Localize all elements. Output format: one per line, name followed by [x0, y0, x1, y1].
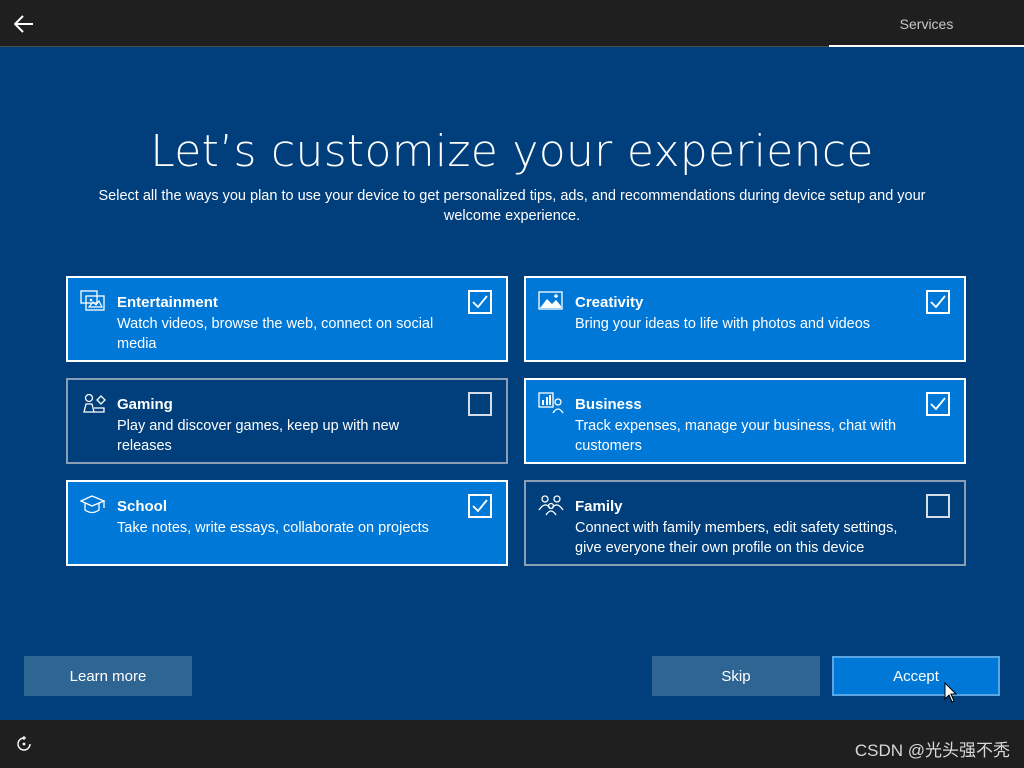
option-checkbox[interactable] [468, 392, 492, 416]
oobe-screen: Services Let’s customize your experience… [0, 0, 1024, 768]
ease-of-access-button[interactable] [12, 732, 36, 756]
option-checkbox[interactable] [926, 392, 950, 416]
learn-more-button[interactable]: Learn more [24, 656, 192, 696]
option-title: Entertainment [117, 294, 218, 311]
option-checkbox[interactable] [926, 290, 950, 314]
page-title: Let’s customize your experience [150, 126, 874, 177]
option-title: Business [575, 396, 642, 413]
family-icon [538, 495, 564, 516]
option-school[interactable]: School Take notes, write essays, collabo… [66, 480, 508, 566]
checkmark-icon [472, 295, 488, 309]
option-business[interactable]: Business Track expenses, manage your bus… [524, 378, 966, 464]
back-button[interactable] [8, 8, 40, 40]
tab-services: Services [829, 0, 1024, 47]
school-icon [80, 495, 106, 514]
creativity-icon [538, 291, 563, 310]
option-title: School [117, 498, 168, 515]
option-family[interactable]: Family Connect with family members, edit… [524, 480, 966, 566]
option-description: Track expenses, manage your business, ch… [575, 418, 897, 454]
option-description: Connect with family members, edit safety… [575, 520, 898, 556]
option-description: Play and discover games, keep up with ne… [117, 418, 400, 454]
skip-button[interactable]: Skip [652, 656, 820, 696]
accept-button[interactable]: Accept [832, 656, 1000, 696]
option-description: Bring your ideas to life with photos and… [575, 316, 871, 332]
ease-of-access-icon [17, 736, 31, 751]
back-arrow-icon [14, 15, 33, 33]
option-title: Gaming [117, 396, 173, 413]
option-checkbox[interactable] [468, 290, 492, 314]
option-title: Family [575, 498, 623, 515]
mouse-cursor-icon [944, 682, 958, 703]
option-description: Watch videos, browse the web, connect on… [117, 316, 434, 352]
tab-active-indicator [829, 45, 1024, 47]
tab-services-label: Services [899, 16, 954, 32]
page-subtitle: Select all the ways you plan to use your… [98, 188, 926, 224]
option-creativity[interactable]: Creativity Bring your ideas to life with… [524, 276, 966, 362]
top-bar-divider [0, 46, 829, 47]
checkmark-icon [930, 397, 946, 411]
checkmark-icon [472, 499, 488, 513]
bottom-bar: CSDN @光头强不秃 [0, 720, 1024, 768]
option-checkbox[interactable] [926, 494, 950, 518]
option-entertainment[interactable]: Entertainment Watch videos, browse the w… [66, 276, 508, 362]
option-description: Take notes, write essays, collaborate on… [117, 520, 429, 536]
checkmark-icon [930, 295, 946, 309]
business-icon [538, 392, 564, 414]
option-checkbox[interactable] [468, 494, 492, 518]
option-title: Creativity [575, 294, 644, 311]
watermark-text: CSDN @光头强不秃 [854, 741, 1010, 760]
gaming-icon [83, 393, 106, 413]
top-bar: Services [0, 0, 1024, 47]
entertainment-icon [80, 290, 105, 311]
option-gaming[interactable]: Gaming Play and discover games, keep up … [66, 378, 508, 464]
